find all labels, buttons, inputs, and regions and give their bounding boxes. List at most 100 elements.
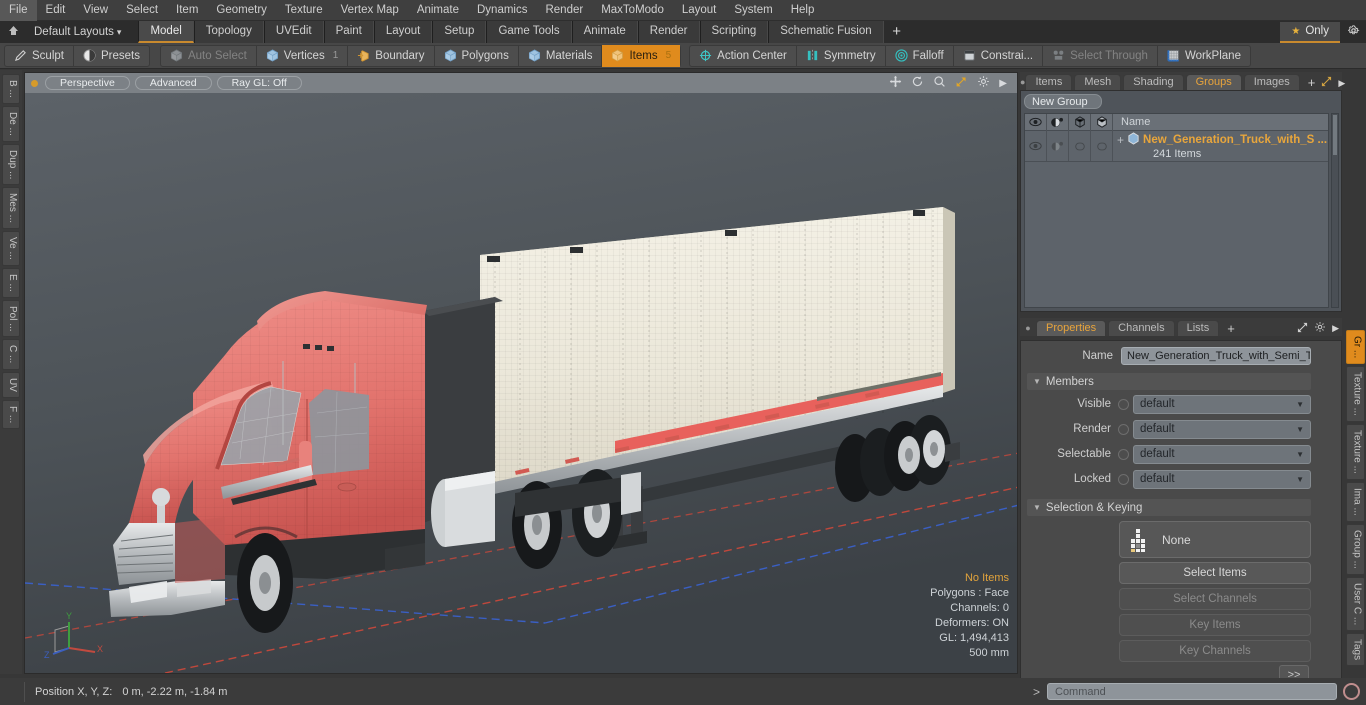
viewport-projection-button[interactable]: Perspective <box>45 76 130 90</box>
panel-tab-groups[interactable]: Groups <box>1185 74 1242 90</box>
menu-animate[interactable]: Animate <box>408 0 468 21</box>
selection-keying-section-header[interactable]: ▼ Selection & Keying <box>1027 499 1311 516</box>
add-properties-tab-button[interactable]: + <box>1221 321 1241 336</box>
member-state-knob[interactable] <box>1118 423 1129 435</box>
viewport-shading-button[interactable]: Advanced <box>134 76 212 90</box>
properties-tab-channels[interactable]: Channels <box>1108 320 1175 336</box>
toolbar-button-select-through[interactable]: Select Through <box>1043 44 1158 67</box>
layout-tab-paint[interactable]: Paint <box>323 21 374 43</box>
panel-tab-mesh[interactable]: Mesh ... <box>1074 74 1122 103</box>
left-tab-7[interactable]: C ... <box>2 339 20 370</box>
viewport-menu-dot[interactable] <box>31 79 38 87</box>
toolbar-button-workplane[interactable]: WorkPlane <box>1158 45 1250 67</box>
right-tab-5[interactable]: User C ... <box>1345 576 1365 631</box>
toolbar-button-polygons[interactable]: Polygons <box>435 44 519 67</box>
layout-tab-scripting[interactable]: Scripting <box>699 21 769 43</box>
toolbar-button-action-center[interactable]: Action Center <box>690 44 797 67</box>
menu-view[interactable]: View <box>74 0 117 21</box>
viewport-raygl-button[interactable]: Ray GL: Off <box>216 76 302 90</box>
toolbar-button-materials[interactable]: Materials <box>519 44 603 67</box>
add-layout-button[interactable]: + <box>884 22 910 42</box>
row-wireframe-toggle[interactable] <box>1069 131 1091 161</box>
right-tab-4[interactable]: Group ... <box>1345 523 1365 575</box>
properties-tab-lists[interactable]: Lists <box>1176 320 1220 336</box>
viewport-canvas[interactable]: No Items Polygons : Face Channels: 0 Def… <box>25 93 1017 673</box>
expand-icon[interactable] <box>1297 322 1308 336</box>
panel-tab-images[interactable]: Images <box>1243 74 1300 90</box>
fit-icon[interactable] <box>955 75 968 91</box>
right-tab-3[interactable]: Ima ... <box>1345 482 1365 522</box>
gear-icon[interactable] <box>1340 24 1366 40</box>
properties-menu-dot[interactable]: ● <box>1020 320 1036 336</box>
command-input[interactable]: Command <box>1047 683 1337 700</box>
panel-tab-items[interactable]: Items <box>1025 74 1073 90</box>
left-tab-4[interactable]: Ve ... <box>2 231 20 266</box>
table-row[interactable]: + New_Generation_Truck_with_S ... 241 It… <box>1025 131 1328 162</box>
panel-tab-shading[interactable]: Shading <box>1123 74 1184 90</box>
move-icon[interactable] <box>889 75 902 91</box>
home-icon[interactable] <box>0 24 26 40</box>
toolbar-button-auto-select[interactable]: Auto Select <box>161 44 257 67</box>
menu-system[interactable]: System <box>725 0 781 21</box>
member-dropdown-visible[interactable]: default ▼ <box>1133 394 1311 414</box>
new-group-button[interactable]: New Group <box>1024 94 1102 109</box>
toolbar-button-symmetry[interactable]: Symmetry <box>797 44 886 67</box>
left-tab-9[interactable]: F ... <box>2 399 20 429</box>
selection-set-picker[interactable]: None <box>1119 521 1311 558</box>
layout-tab-setup[interactable]: Setup <box>432 21 487 43</box>
record-icon[interactable] <box>1343 683 1360 700</box>
toolbar-button-constrai[interactable]: Constrai... <box>954 44 1044 67</box>
gear-icon[interactable] <box>977 75 990 91</box>
right-tab-1[interactable]: Texture ... <box>1345 366 1365 423</box>
member-state-knob[interactable] <box>1118 473 1129 485</box>
chevron-right-icon[interactable]: ▶ <box>1332 323 1339 334</box>
layout-tab-layout[interactable]: Layout <box>373 21 433 43</box>
layout-tab-animate[interactable]: Animate <box>571 21 638 43</box>
menu-dynamics[interactable]: Dynamics <box>468 0 536 21</box>
right-tab-6[interactable]: Tags <box>1345 632 1365 667</box>
layouts-menu[interactable]: Default Layouts ▾ <box>26 26 129 38</box>
gear-icon[interactable] <box>1314 321 1326 336</box>
menu-help[interactable]: Help <box>782 0 824 21</box>
menu-geometry[interactable]: Geometry <box>207 0 276 21</box>
rotate-icon[interactable] <box>911 75 924 91</box>
left-tab-2[interactable]: Dup ... <box>2 143 20 186</box>
layout-tab-schematic-fusion[interactable]: Schematic Fusion <box>768 21 884 43</box>
only-toggle[interactable]: ★ Only <box>1280 21 1340 43</box>
left-tab-3[interactable]: Mes ... <box>2 187 20 230</box>
name-field[interactable]: New_Generation_Truck_with_Semi_Tr <box>1121 347 1311 365</box>
right-tab-2[interactable]: Texture ... <box>1345 424 1365 481</box>
toolbar-button-presets[interactable]: Presets <box>74 45 149 67</box>
menu-select[interactable]: Select <box>117 0 167 21</box>
expand-icon[interactable] <box>1321 76 1332 90</box>
left-tab-1[interactable]: De ... <box>2 105 20 142</box>
layout-tab-game-tools[interactable]: Game Tools <box>486 21 572 43</box>
toolbar-button-items[interactable]: Items 5 <box>602 44 681 67</box>
menu-vertex-map[interactable]: Vertex Map <box>332 0 408 21</box>
row-render-toggle[interactable] <box>1047 131 1069 161</box>
menu-maxtomodo[interactable]: MaxToModo <box>592 0 673 21</box>
member-dropdown-locked[interactable]: default ▼ <box>1133 469 1311 489</box>
member-state-knob[interactable] <box>1118 398 1129 410</box>
chevron-right-icon[interactable]: ▶ <box>999 78 1007 89</box>
menu-texture[interactable]: Texture <box>276 0 332 21</box>
zoom-icon[interactable] <box>933 75 946 91</box>
chevron-right-icon[interactable]: ▶ <box>1338 78 1345 89</box>
menu-item[interactable]: Item <box>167 0 207 21</box>
toolbar-button-sculpt[interactable]: Sculpt <box>5 44 74 67</box>
layout-tab-topology[interactable]: Topology <box>193 21 264 43</box>
layout-tab-uvedit[interactable]: UVEdit <box>263 21 324 43</box>
left-tab-8[interactable]: UV <box>2 371 20 398</box>
member-dropdown-selectable[interactable]: default ▼ <box>1133 444 1311 464</box>
member-state-knob[interactable] <box>1118 448 1129 460</box>
menu-layout[interactable]: Layout <box>673 0 726 21</box>
members-section-header[interactable]: ▼ Members <box>1027 373 1311 390</box>
left-tab-6[interactable]: Pol ... <box>2 299 20 338</box>
member-dropdown-render[interactable]: default ▼ <box>1133 419 1311 439</box>
toolbar-button-falloff[interactable]: Falloff <box>886 44 954 67</box>
layout-tab-model[interactable]: Model <box>138 21 194 43</box>
menu-render[interactable]: Render <box>536 0 592 21</box>
groups-scrollbar[interactable] <box>1331 113 1339 308</box>
left-tab-0[interactable]: B ... <box>2 74 20 104</box>
button-select-items[interactable]: Select Items <box>1119 562 1311 584</box>
